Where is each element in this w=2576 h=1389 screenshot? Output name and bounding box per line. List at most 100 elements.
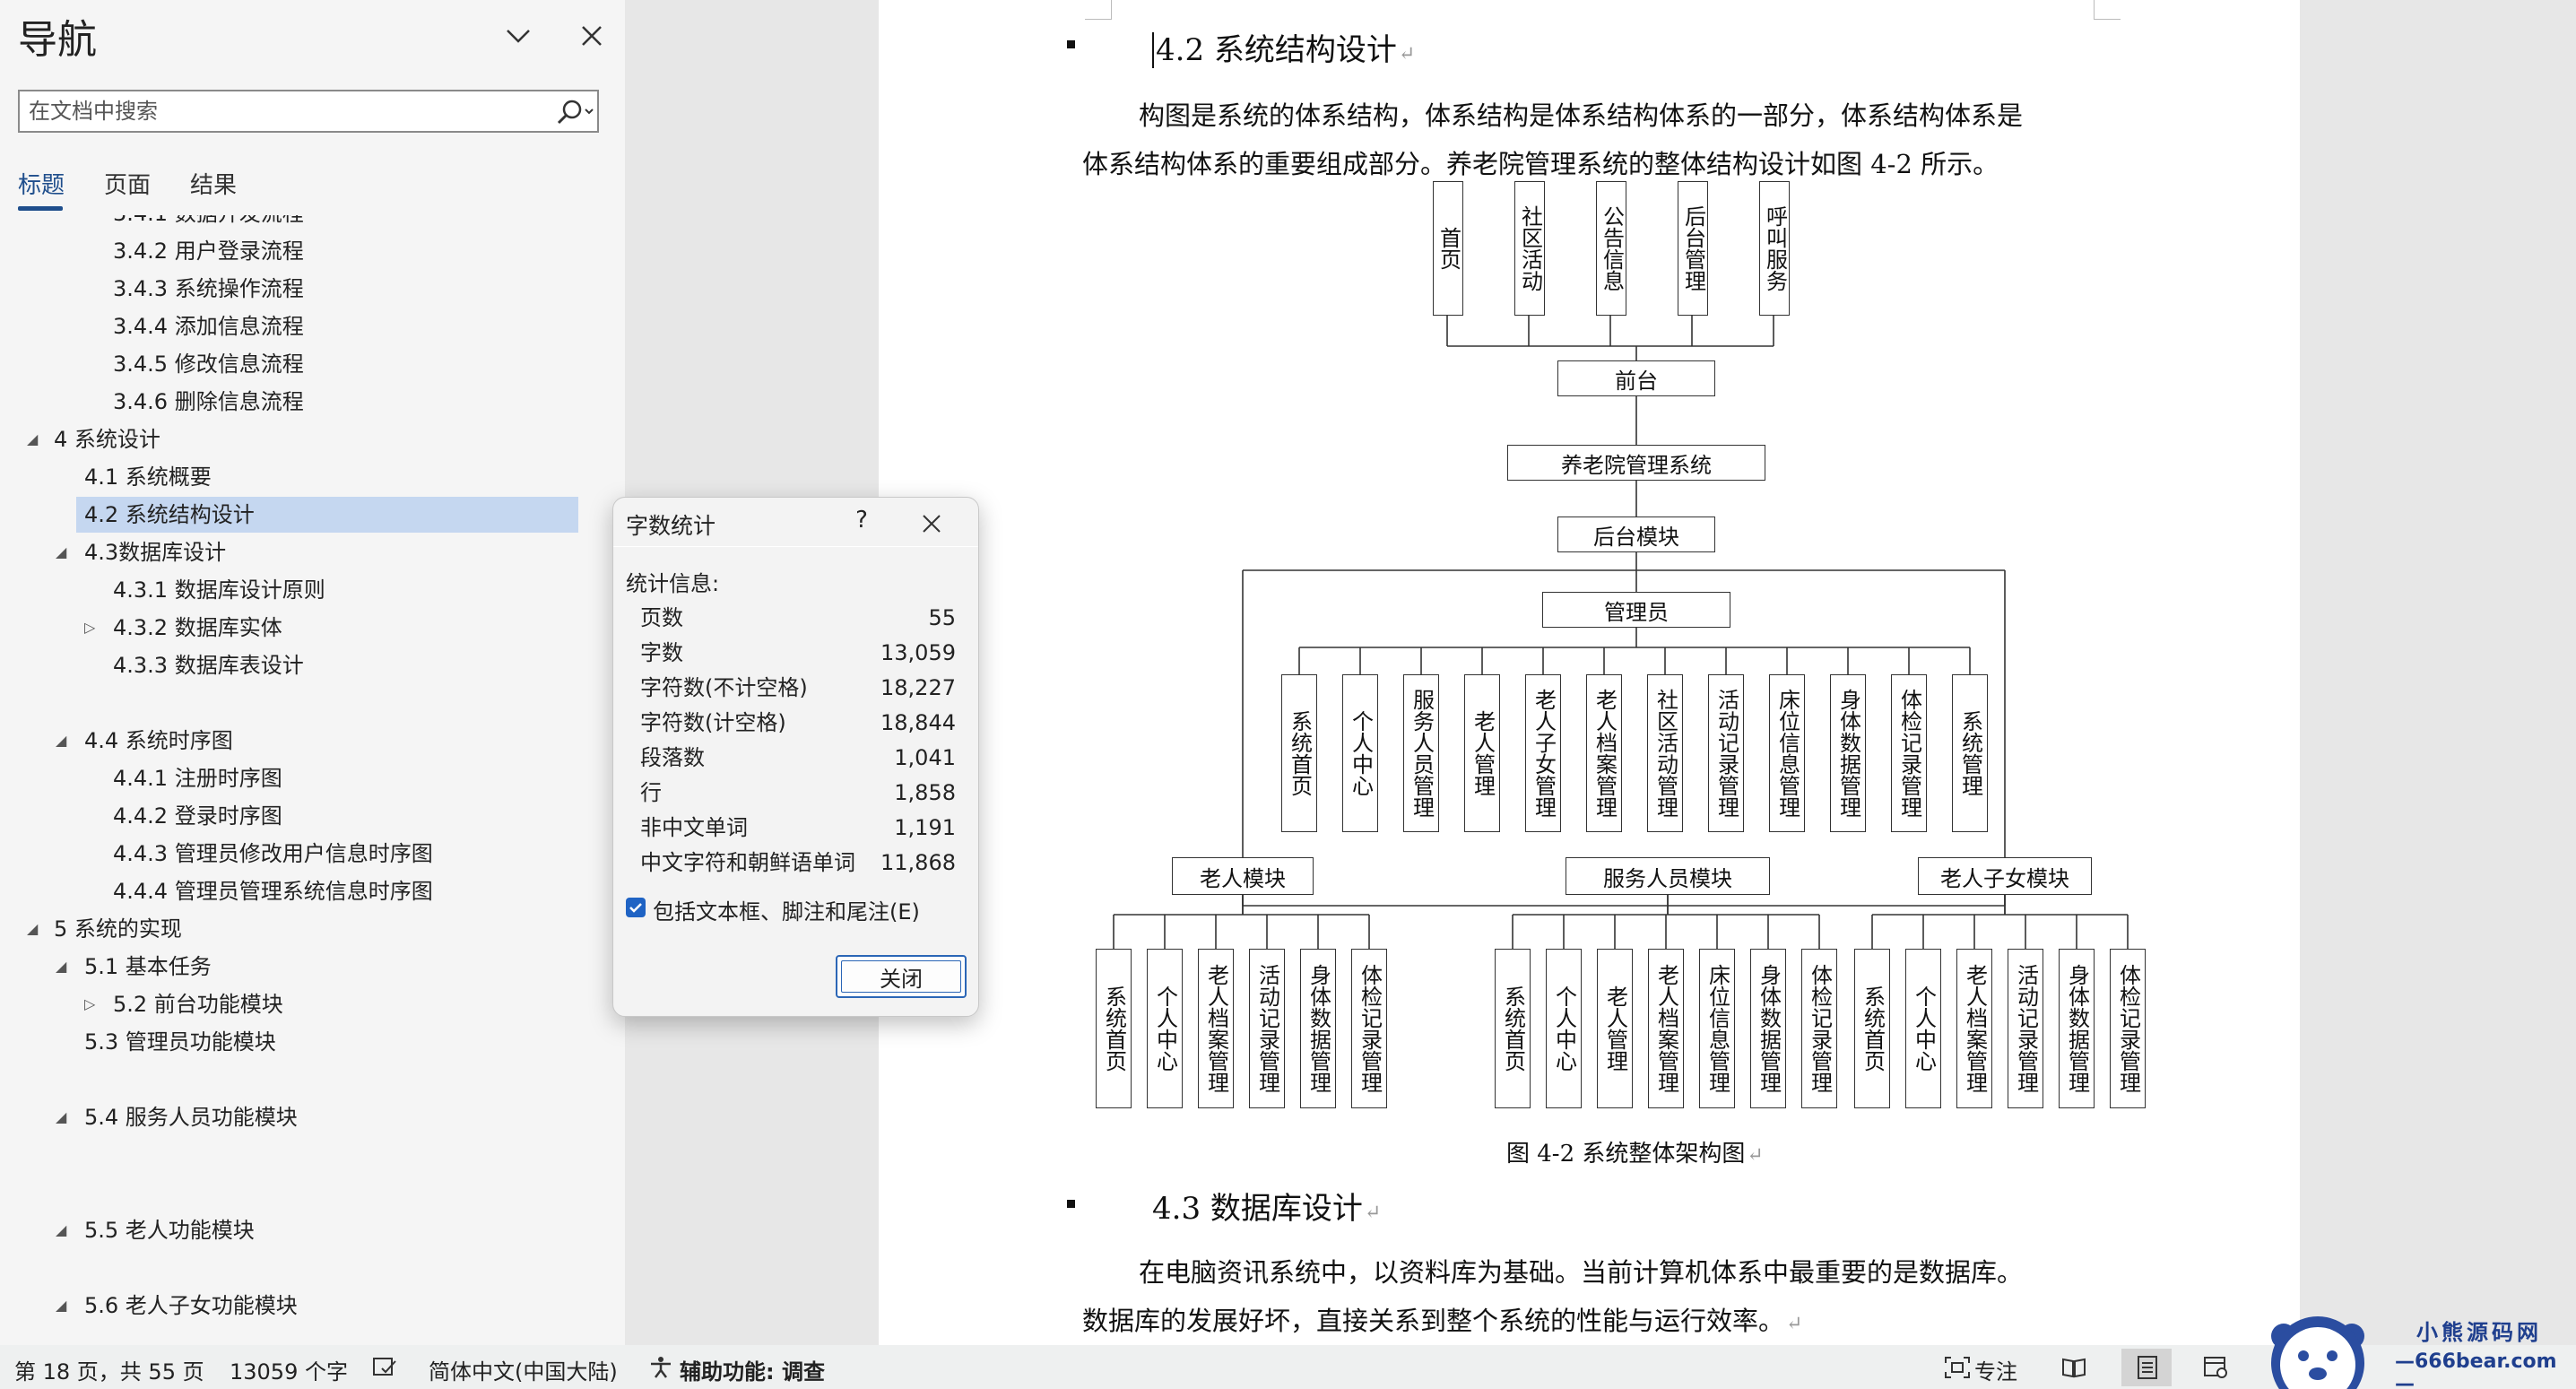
search-input[interactable] bbox=[20, 91, 549, 131]
stat-value: 1,191 bbox=[894, 815, 956, 840]
stat-row: 行 1,858 bbox=[640, 776, 956, 810]
module-item-box: 身体数据管理 bbox=[2059, 949, 2095, 1108]
module-item-box: 个人中心 bbox=[1905, 949, 1941, 1108]
stat-value: 18,227 bbox=[880, 675, 956, 700]
admin-item-box: 个人中心 bbox=[1342, 674, 1378, 832]
nav-tree-label: 3.4.1 数据开发流程 bbox=[113, 215, 304, 231]
page-count[interactable]: 第 18 页，共 55 页 bbox=[14, 1354, 204, 1385]
read-mode-icon[interactable] bbox=[2060, 1356, 2087, 1379]
focus-mode-button[interactable]: 专注 bbox=[1974, 1354, 2017, 1385]
module-item-box: 活动记录管理 bbox=[2008, 949, 2043, 1108]
status-bar: 第 18 页，共 55 页 13059 个字 简体中文(中国大陆) 辅助功能: … bbox=[0, 1345, 2576, 1389]
nav-tree-label: 4.3.3 数据库表设计 bbox=[113, 653, 304, 678]
stat-label: 页数 bbox=[640, 605, 683, 630]
expanded-caret-icon[interactable]: ◢ bbox=[27, 911, 38, 947]
collapsed-caret-icon[interactable]: ▷ bbox=[84, 610, 95, 646]
web-layout-icon[interactable] bbox=[2202, 1356, 2229, 1379]
front-item-box: 社区活动 bbox=[1514, 181, 1545, 316]
navigation-pane: 导航 标题 页面 结果 3.4.1 数据开发流程3.4.2 用户登录流程3.4.… bbox=[0, 0, 625, 1345]
nav-tree-label: 3.4.5 修改信息流程 bbox=[113, 352, 304, 377]
include-textboxes-checkbox[interactable] bbox=[626, 898, 646, 917]
nav-title: 导航 bbox=[18, 17, 97, 63]
proofing-icon[interactable] bbox=[371, 1356, 398, 1379]
front-item-box: 呼叫服务 bbox=[1759, 181, 1790, 316]
nav-tree-label: 5.6 老人子女功能模块 bbox=[84, 1293, 298, 1318]
module-item-box: 体检记录管理 bbox=[1351, 949, 1387, 1108]
include-textboxes-label[interactable]: 包括文本框、脚注和尾注(E) bbox=[653, 894, 920, 925]
module-item-box: 系统首页 bbox=[1096, 949, 1132, 1108]
stat-value: 13,059 bbox=[880, 640, 956, 665]
language-status[interactable]: 简体中文(中国大陆) bbox=[429, 1354, 618, 1385]
nav-tree-label: 3.4.4 添加信息流程 bbox=[113, 314, 304, 339]
module-item-box: 老人档案管理 bbox=[1956, 949, 1992, 1108]
backend-box: 后台模块 bbox=[1557, 517, 1715, 552]
close-icon[interactable] bbox=[918, 510, 945, 537]
admin-item-box: 活动记录管理 bbox=[1708, 674, 1744, 832]
nav-tree-label: 5.2 前台功能模块 bbox=[113, 992, 283, 1017]
admin-item-box: 床位信息管理 bbox=[1769, 674, 1805, 832]
module-box: 老人模块 bbox=[1172, 857, 1314, 895]
expanded-caret-icon[interactable]: ◢ bbox=[56, 1099, 66, 1135]
chevron-down-icon[interactable] bbox=[500, 18, 536, 54]
nav-tree-label: 5.3 管理员功能模块 bbox=[84, 1029, 276, 1055]
nav-tree-label: 3.4.3 系统操作流程 bbox=[113, 276, 304, 301]
help-button[interactable]: ? bbox=[848, 507, 875, 534]
dialog-divider bbox=[613, 546, 978, 547]
expanded-caret-icon[interactable]: ◢ bbox=[56, 1288, 66, 1324]
module-item-box: 老人管理 bbox=[1597, 949, 1633, 1108]
checkmark-icon bbox=[629, 903, 642, 913]
front-item-box: 公告信息 bbox=[1596, 181, 1626, 316]
bear-logo-icon bbox=[2271, 1316, 2364, 1389]
heading-4-3[interactable]: 4.3 数据库设计↵ bbox=[1152, 1184, 1381, 1228]
word-count[interactable]: 13059 个字 bbox=[230, 1354, 348, 1385]
tab-results[interactable]: 结果 bbox=[190, 167, 237, 200]
accessibility-icon[interactable] bbox=[647, 1356, 674, 1379]
heading-4-2[interactable]: 4.2 系统结构设计↵ bbox=[1152, 25, 1415, 69]
stat-row: 字符数(不计空格) 18,227 bbox=[640, 671, 956, 705]
close-button[interactable]: 关闭 bbox=[836, 955, 967, 998]
tab-active-indicator bbox=[18, 206, 63, 211]
accessibility-status[interactable]: 辅助功能: 调查 bbox=[680, 1354, 825, 1385]
nav-tree-label: 4.4.4 管理员管理系统信息时序图 bbox=[113, 879, 433, 904]
module-item-box: 体检记录管理 bbox=[1801, 949, 1837, 1108]
paragraph-line[interactable]: 在电脑资讯系统中，以资料库为基础。当前计算机体系中最重要的是数据库。 bbox=[1139, 1252, 2023, 1289]
nav-tree-label: 4.4.1 注册时序图 bbox=[113, 766, 282, 791]
margin-corner-mark bbox=[1085, 0, 1112, 20]
stat-row: 非中文单词 1,191 bbox=[640, 811, 956, 845]
expanded-caret-icon[interactable]: ◢ bbox=[56, 949, 66, 985]
admin-item-box: 社区活动管理 bbox=[1647, 674, 1683, 832]
nav-tree-label: 5.1 基本任务 bbox=[84, 954, 212, 979]
dialog-title: 字数统计 bbox=[626, 513, 716, 539]
expanded-caret-icon[interactable]: ◢ bbox=[56, 534, 66, 570]
system-box: 养老院管理系统 bbox=[1507, 445, 1765, 481]
paragraph-line[interactable]: 数据库的发展好坏，直接关系到整个系统的性能与运行效率。↵ bbox=[1082, 1300, 1802, 1338]
admin-item-box: 体检记录管理 bbox=[1891, 674, 1927, 832]
nav-tree-label: 4.1 系统概要 bbox=[84, 464, 212, 490]
tab-headings[interactable]: 标题 bbox=[18, 167, 65, 200]
module-item-box: 个人中心 bbox=[1546, 949, 1582, 1108]
stat-label: 字数 bbox=[640, 640, 683, 665]
search-icon[interactable] bbox=[551, 97, 597, 127]
paragraph-line[interactable]: 构图是系统的体系结构，体系结构是体系结构体系的一部分，体系结构体系是 bbox=[1139, 95, 2023, 133]
nav-tree-label: 4.3.2 数据库实体 bbox=[113, 615, 282, 640]
nav-tree-label: 4.4 系统时序图 bbox=[84, 728, 233, 753]
module-item-box: 活动记录管理 bbox=[1249, 949, 1285, 1108]
collapsed-caret-icon[interactable]: ▷ bbox=[84, 986, 95, 1022]
print-layout-icon[interactable] bbox=[2134, 1356, 2161, 1379]
tab-pages[interactable]: 页面 bbox=[104, 167, 151, 200]
admin-item-box: 老人子女管理 bbox=[1525, 674, 1561, 832]
close-icon[interactable] bbox=[574, 18, 610, 54]
expanded-caret-icon[interactable]: ◢ bbox=[27, 421, 38, 457]
expanded-caret-icon[interactable]: ◢ bbox=[56, 1212, 66, 1248]
module-item-box: 老人档案管理 bbox=[1648, 949, 1684, 1108]
expanded-caret-icon[interactable]: ◢ bbox=[56, 723, 66, 759]
stat-label: 中文字符和朝鲜语单词 bbox=[640, 850, 855, 875]
stat-value: 55 bbox=[928, 605, 956, 630]
nav-tree-label: 4.4.3 管理员修改用户信息时序图 bbox=[113, 841, 433, 866]
stat-label: 字符数(计空格) bbox=[640, 710, 786, 735]
nav-tree-label: 4.3数据库设计 bbox=[84, 540, 227, 565]
nav-tree-item[interactable]: 4.2 系统结构设计 bbox=[76, 497, 578, 533]
heading-tree: 3.4.1 数据开发流程 3.4.2 用户登录流程 3.4.3 系统操作流程 3.4.… bbox=[0, 215, 625, 1327]
focus-icon[interactable] bbox=[1944, 1356, 1971, 1379]
stat-row: 中文字符和朝鲜语单词 11,868 bbox=[640, 846, 956, 880]
